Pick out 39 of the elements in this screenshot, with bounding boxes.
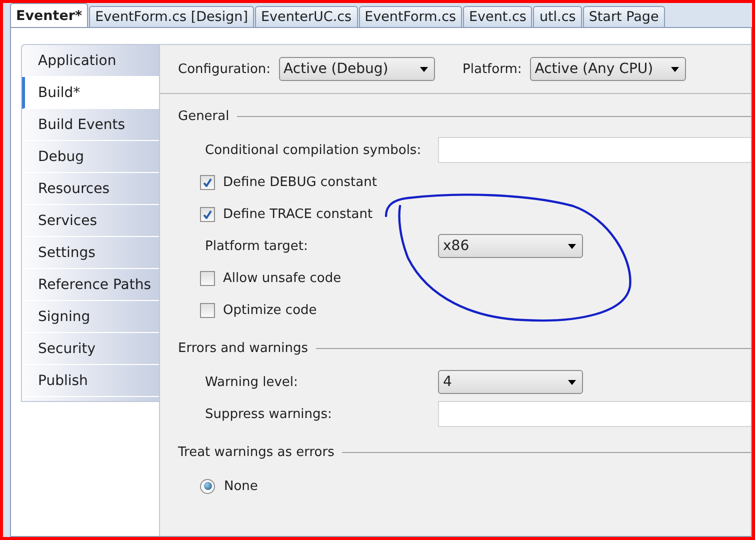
field-label: Platform target:: [205, 238, 309, 254]
field-label: Warning level:: [205, 374, 299, 390]
checkbox[interactable]: [200, 270, 215, 286]
checkmark-icon: [203, 210, 212, 218]
section-title: General: [178, 108, 230, 124]
document-tab[interactable]: EventForm.cs: [358, 6, 462, 27]
checkbox-label: Allow unsafe code: [223, 270, 342, 286]
checkbox-label: Define TRACE constant: [223, 206, 373, 222]
document-tab[interactable]: Eventer*: [10, 3, 88, 27]
section-title: Treat warnings as errors: [178, 444, 334, 460]
caret-icon: [670, 66, 679, 72]
document-tab[interactable]: Event.cs: [463, 6, 532, 27]
configuration-dropdown[interactable]: Active (Debug): [278, 57, 435, 81]
field-label: Suppress warnings:: [205, 406, 333, 422]
platform-label: Platform:: [462, 62, 522, 76]
document-tab[interactable]: Start Page: [582, 6, 665, 27]
section-title: Errors and warnings: [178, 340, 308, 356]
dropdown[interactable]: 4: [438, 370, 583, 394]
input-field[interactable]: [438, 401, 751, 427]
document-tab[interactable]: EventForm.cs [Design]: [89, 6, 254, 27]
caret-icon: [420, 66, 428, 72]
radio-label: None: [224, 478, 258, 494]
dropdown[interactable]: x86: [438, 234, 583, 258]
checkbox-label: Define DEBUG constant: [223, 174, 377, 190]
sidebar-item[interactable]: Build*: [22, 77, 160, 109]
document-tab[interactable]: utl.cs: [533, 6, 582, 27]
checkbox-label: Optimize code: [223, 302, 317, 318]
input-field[interactable]: [438, 137, 751, 163]
checkbox[interactable]: [200, 206, 215, 222]
checkbox[interactable]: [200, 174, 215, 190]
radio-button[interactable]: [200, 478, 215, 494]
caret-icon: [568, 244, 576, 248]
configuration-label: Configuration:: [178, 62, 271, 76]
checkbox[interactable]: [200, 302, 215, 318]
checkmark-icon: [203, 178, 212, 186]
field-label: Conditional compilation symbols:: [205, 142, 422, 158]
document-tab[interactable]: EventerUC.cs: [255, 6, 358, 27]
platform-dropdown[interactable]: Active (Any CPU): [530, 57, 686, 81]
caret-icon: [568, 380, 576, 384]
